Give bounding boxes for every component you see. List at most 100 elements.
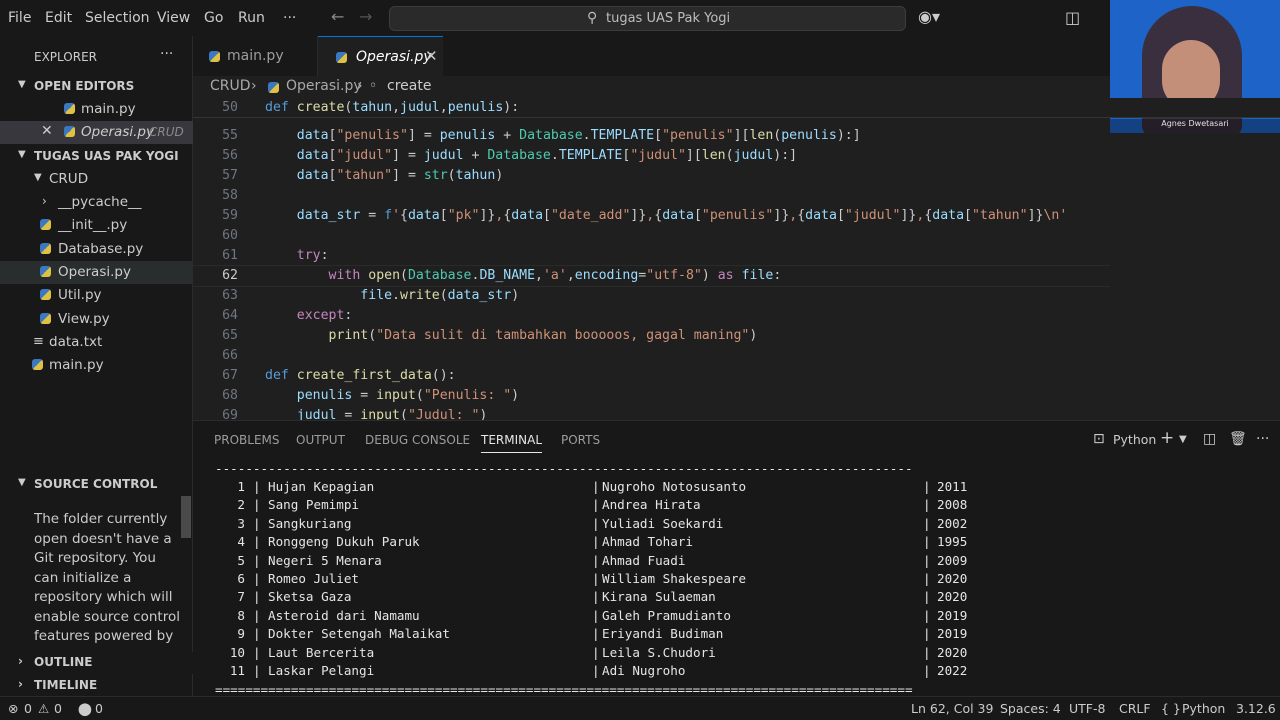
cell-tahun: 2002 [937, 515, 968, 531]
split-terminal-icon[interactable]: ◫ [1203, 431, 1216, 447]
tree-folder-pycache[interactable]: › __pycache__ [0, 191, 193, 214]
menu-view[interactable]: View [157, 10, 190, 26]
column-separator: | [923, 497, 931, 513]
sidebar-scrollbar[interactable] [181, 496, 191, 538]
column-separator: | [923, 607, 931, 623]
cell-judul: Dokter Setengah Malaikat [268, 626, 450, 642]
chevron-down-icon[interactable]: ▼ [1179, 434, 1187, 445]
tree-file-view[interactable]: View.py [0, 308, 193, 331]
chevron-down-icon: ▼ [18, 149, 26, 160]
tree-file-database[interactable]: Database.py [0, 238, 193, 261]
explorer-more-icon[interactable]: ··· [160, 46, 173, 62]
warning-icon[interactable]: ⚠ [38, 701, 49, 716]
tab-terminal[interactable]: TERMINAL [481, 433, 543, 453]
python-file-icon [64, 103, 75, 114]
column-separator: | [253, 571, 261, 586]
ports-count[interactable]: 0 [95, 701, 103, 716]
cell-judul: Sangkuriang [268, 515, 352, 531]
menu-selection[interactable]: Selection [85, 10, 150, 26]
menu-file[interactable]: File [8, 10, 31, 26]
menu-edit[interactable]: Edit [45, 10, 72, 26]
warning-count[interactable]: 0 [54, 701, 62, 716]
presenter-name: Agnes Dwetasari [1161, 119, 1229, 128]
cell-no: 7 [237, 589, 245, 605]
open-editor-operasi[interactable]: ✕ Operasi.py CRUD [0, 121, 193, 144]
tab-problems[interactable]: PROBLEMS [214, 433, 280, 447]
terminal-shell-label[interactable]: Python [1113, 432, 1156, 447]
layout-icon[interactable]: ◫ [1065, 8, 1080, 27]
ports-icon[interactable]: ⬤ [78, 701, 92, 716]
indentation[interactable]: Spaces: 4 [1000, 701, 1061, 716]
cell-no: 1 [237, 479, 245, 494]
trash-icon[interactable]: 🗑 [1229, 431, 1247, 447]
python-file-icon [40, 243, 51, 254]
breadcrumb-file[interactable]: Operasi.py [286, 78, 362, 94]
cell-tahun: 2022 [937, 663, 968, 678]
encoding[interactable]: UTF-8 [1069, 701, 1105, 716]
cell-penulis: Galeh Pramudianto [602, 607, 731, 623]
tab-debug-console[interactable]: DEBUG CONSOLE [365, 433, 470, 447]
new-terminal-icon[interactable]: + [1160, 428, 1174, 448]
language-mode[interactable]: Python [1182, 701, 1225, 716]
tree-file-init[interactable]: __init__.py [0, 214, 193, 237]
breadcrumb-symbol[interactable]: create [387, 78, 431, 94]
cell-tahun: 2020 [937, 644, 968, 660]
close-icon[interactable]: ✕ [425, 47, 438, 65]
cell-no: 2 [237, 497, 245, 513]
column-separator: | [923, 515, 931, 531]
close-icon[interactable]: ✕ [41, 123, 53, 139]
cell-no: 3 [237, 515, 245, 531]
source-control-section[interactable]: ▼ SOURCE CONTROL [0, 474, 193, 496]
open-editors-section[interactable]: ▼ OPEN EDITORS [0, 76, 193, 98]
tab-operasi-py[interactable]: Operasi.py ✕ [318, 36, 443, 76]
tab-main-py[interactable]: main.py [193, 36, 318, 76]
error-count[interactable]: 0 [24, 701, 32, 716]
column-separator: | [592, 644, 600, 660]
outline-section[interactable]: › OUTLINE [0, 652, 193, 674]
line-ending[interactable]: CRLF [1119, 701, 1151, 716]
tree-file-main[interactable]: main.py [0, 354, 193, 377]
python-file-icon [40, 313, 51, 324]
column-separator: | [923, 552, 931, 568]
terminal-icon: ⊡ [1093, 431, 1105, 447]
tree-file-util[interactable]: Util.py [0, 284, 193, 307]
forward-arrow-icon[interactable]: → [359, 7, 372, 26]
cell-tahun: 1995 [937, 534, 968, 550]
menu-run[interactable]: Run [238, 10, 265, 26]
tree-file-data-txt[interactable]: ≡ data.txt [0, 331, 193, 354]
column-separator: | [253, 589, 261, 605]
sticky-scroll-header[interactable]: 50 def create(tahun,judul,penulis): [193, 98, 1280, 118]
tree-folder-crud[interactable]: ▼ CRUD [0, 168, 193, 191]
menu-go[interactable]: Go [204, 10, 223, 26]
copilot-icon[interactable]: ◉▾ [918, 7, 940, 26]
tree-file-operasi[interactable]: Operasi.py [0, 261, 193, 284]
column-separator: | [923, 571, 931, 586]
tab-output[interactable]: OUTPUT [296, 433, 345, 447]
cell-penulis: Leila S.Chudori [602, 644, 716, 660]
timeline-section[interactable]: › TIMELINE [0, 675, 193, 697]
cell-penulis: Eriyandi Budiman [602, 626, 724, 642]
command-center-search[interactable]: ⚲ tugas UAS Pak Yogi [389, 6, 906, 31]
chevron-right-icon: › [18, 654, 23, 668]
more-actions-icon[interactable]: ··· [1256, 431, 1269, 447]
title-bar: File Edit Selection View Go Run ··· ← → … [0, 0, 1110, 36]
column-separator: | [253, 663, 261, 678]
chevron-down-icon: ▼ [18, 79, 26, 90]
chevron-right-icon: › [251, 78, 257, 94]
cell-no: 4 [237, 534, 245, 550]
error-icon[interactable]: ⊗ [8, 701, 18, 716]
project-section[interactable]: ▼ TUGAS UAS PAK YOGI [0, 146, 193, 168]
breadcrumb-folder[interactable]: CRUD [210, 78, 251, 94]
column-separator: | [253, 479, 261, 494]
python-version[interactable]: 3.12.6 [1236, 701, 1276, 716]
cell-penulis: William Shakespeare [602, 571, 747, 586]
cursor-position[interactable]: Ln 62, Col 39 [911, 701, 993, 716]
tab-ports[interactable]: PORTS [561, 433, 600, 447]
open-editor-main[interactable]: main.py [0, 98, 193, 121]
chevron-right-icon: › [357, 78, 363, 94]
back-arrow-icon[interactable]: ← [331, 7, 344, 26]
menu-more[interactable]: ··· [283, 10, 296, 26]
cell-judul: Asteroid dari Namamu [268, 607, 420, 623]
cell-tahun: 2008 [937, 497, 968, 513]
cell-judul: Laskar Pelangi [268, 663, 375, 678]
